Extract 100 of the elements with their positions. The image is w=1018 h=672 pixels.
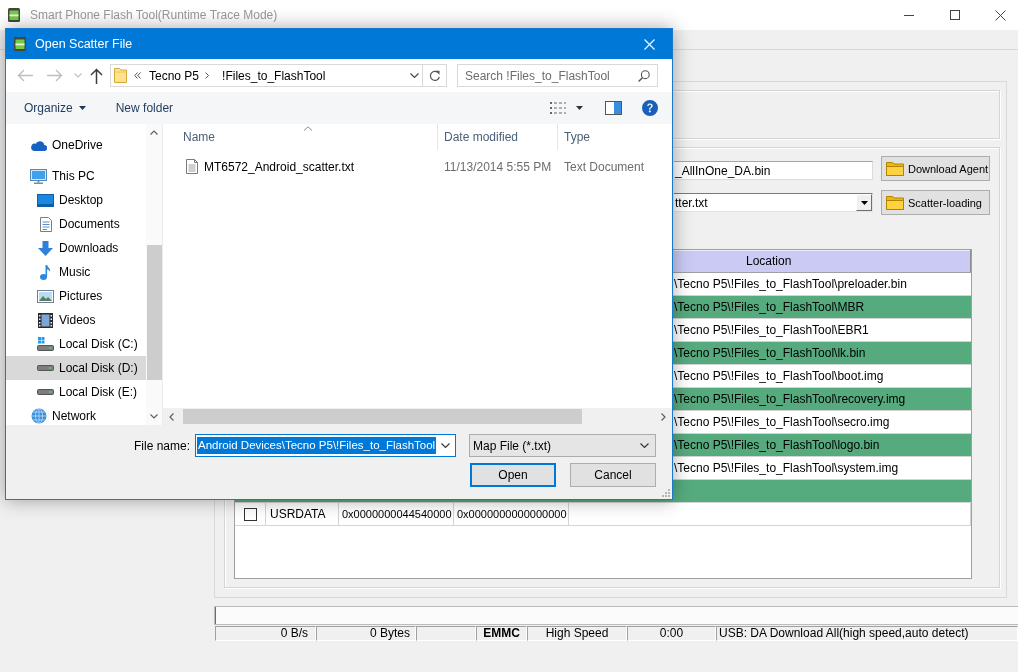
scroll-right-icon[interactable]	[661, 412, 666, 421]
film-strip-icon	[38, 312, 53, 328]
table-cell: USRDATA	[266, 503, 339, 525]
status-panel: High Speed	[527, 626, 627, 641]
nav-item[interactable]: Network	[6, 404, 146, 425]
download-agent-button[interactable]: Download Agent	[881, 156, 990, 181]
desktop-icon	[37, 193, 54, 207]
search-icon	[638, 69, 650, 82]
chevron-down-icon[interactable]	[441, 443, 450, 448]
cancel-button[interactable]: Cancel	[570, 463, 656, 487]
nav-item[interactable]: Documents	[6, 212, 146, 236]
column-header[interactable]: Type	[558, 124, 672, 150]
file-name-field[interactable]: Android Devices\Tecno P5\!Files_to_FlashTool	[195, 434, 456, 457]
chevron-down-icon	[640, 443, 649, 448]
column-header[interactable]: Name	[163, 124, 438, 150]
maximize-icon[interactable]	[950, 10, 960, 20]
file-path: \Tecno P5\!Files_to_FlashTool\lk.bin	[674, 346, 866, 360]
scrollbar-thumb[interactable]	[146, 245, 162, 380]
scroll-up-icon[interactable]	[150, 130, 158, 135]
table-cell: 0x0000000000000000	[454, 503, 569, 525]
file-path: \Tecno P5\!Files_to_FlashTool\logo.bin	[674, 438, 880, 452]
system-drive-icon	[37, 337, 54, 351]
breadcrumb-item[interactable]: !Files_to_FlashTool	[222, 68, 326, 83]
music-note-icon	[40, 264, 51, 280]
file-date: 11/13/2014 5:55 PM	[444, 159, 552, 174]
scroll-left-icon[interactable]	[169, 412, 174, 421]
download-arrow-icon	[38, 240, 53, 256]
column-header[interactable]: Date modified	[438, 124, 558, 150]
file-path: \Tecno P5\!Files_to_FlashTool\preloader.bin	[674, 277, 907, 291]
resize-grip-icon	[662, 489, 670, 497]
minimize-icon[interactable]	[904, 14, 914, 16]
help-icon[interactable]	[642, 100, 658, 116]
window-title: Smart Phone Flash Tool(Runtime Trace Mode)	[30, 8, 278, 22]
scatter-file-dropdown[interactable]: tter.txt	[674, 193, 873, 212]
search-field[interactable]: Search !Files_to_FlashTool	[457, 64, 658, 87]
table-cell: 0x0000000044540000	[339, 503, 454, 525]
cloud-icon	[30, 139, 47, 151]
double-chevron-icon	[134, 72, 141, 79]
nav-item[interactable]: Local Disk (D:)	[6, 356, 146, 380]
file-name[interactable]: MT6572_Android_scatter.txt	[204, 159, 355, 174]
caret-icon[interactable]	[576, 106, 583, 110]
text-file-icon	[186, 159, 198, 174]
computer-icon	[30, 168, 47, 184]
globe-icon	[30, 408, 47, 424]
scrollbar[interactable]	[163, 408, 672, 425]
status-panel: 0 Bytes	[316, 626, 416, 641]
folder-icon	[886, 161, 904, 176]
dropdown-button[interactable]	[856, 194, 872, 211]
nav-item[interactable]: Pictures	[6, 284, 146, 308]
folder-icon	[114, 68, 127, 83]
file-path: \Tecno P5\!Files_to_FlashTool\boot.img	[674, 369, 884, 383]
status-panel: EMMC	[476, 626, 527, 641]
nav-item[interactable]: Videos	[6, 308, 146, 332]
scrollbar[interactable]	[146, 124, 162, 425]
status-panel: USB: DA Download All(high speed,auto detect)	[716, 626, 1018, 641]
nav-item[interactable]: OneDrive	[6, 133, 146, 157]
status-panel: 0 B/s	[215, 626, 316, 641]
app-icon	[8, 8, 20, 22]
folder-icon	[886, 195, 904, 210]
document-icon	[39, 216, 52, 232]
dialog-title: Open Scatter File	[35, 37, 133, 51]
open-button[interactable]: Open	[470, 463, 556, 487]
picture-icon	[37, 289, 54, 303]
address-bar[interactable]: Tecno P5 !Files_to_FlashTool	[110, 64, 447, 87]
file-type-dropdown[interactable]: Map File (*.txt)	[469, 434, 656, 457]
nav-item[interactable]: Local Disk (C:)	[6, 332, 146, 356]
drive-icon	[37, 365, 54, 371]
column-header: Location	[674, 250, 971, 272]
chevron-right-icon	[205, 72, 210, 79]
close-icon[interactable]	[995, 9, 1006, 21]
field-label: File name:	[133, 438, 190, 453]
nav-item[interactable]: Desktop	[6, 188, 146, 212]
nav-item[interactable]: Music	[6, 260, 146, 284]
scatter-loading-button[interactable]: Scatter-loading	[881, 190, 990, 215]
da-file-field[interactable]: _AllInOne_DA.bin	[674, 161, 873, 180]
toolbar-button[interactable]: New folder	[115, 97, 174, 119]
caret-icon	[860, 200, 868, 205]
scroll-down-icon[interactable]	[150, 414, 158, 419]
file-path: \Tecno P5\!Files_to_FlashTool\recovery.img	[674, 392, 906, 406]
status-panel: 0:00	[627, 626, 716, 641]
nav-item[interactable]: Local Disk (E:)	[6, 380, 146, 404]
nav-item[interactable]: This PC	[6, 164, 146, 188]
status-panel	[416, 626, 476, 641]
file-path: \Tecno P5\!Files_to_FlashTool\secro.img	[674, 415, 890, 429]
file-path: \Tecno P5\!Files_to_FlashTool\system.img	[674, 461, 899, 475]
menu-button[interactable]: Organize	[24, 97, 86, 119]
refresh-icon[interactable]	[428, 69, 441, 82]
nav-item[interactable]: Downloads	[6, 236, 146, 260]
app-icon	[14, 37, 26, 51]
up-arrow-icon[interactable]	[90, 67, 103, 84]
drive-icon	[37, 389, 54, 395]
file-type: Text Document	[564, 159, 645, 174]
chevron-down-icon[interactable]	[410, 73, 419, 78]
details-view-icon[interactable]	[550, 101, 566, 115]
caret-icon	[78, 106, 86, 110]
breadcrumb-item[interactable]: Tecno P5	[149, 68, 200, 83]
scrollbar-thumb[interactable]	[183, 409, 582, 424]
checkbox[interactable]	[243, 507, 257, 521]
file-path: \Tecno P5\!Files_to_FlashTool\EBR1	[674, 323, 869, 337]
preview-pane-icon[interactable]	[605, 101, 622, 115]
